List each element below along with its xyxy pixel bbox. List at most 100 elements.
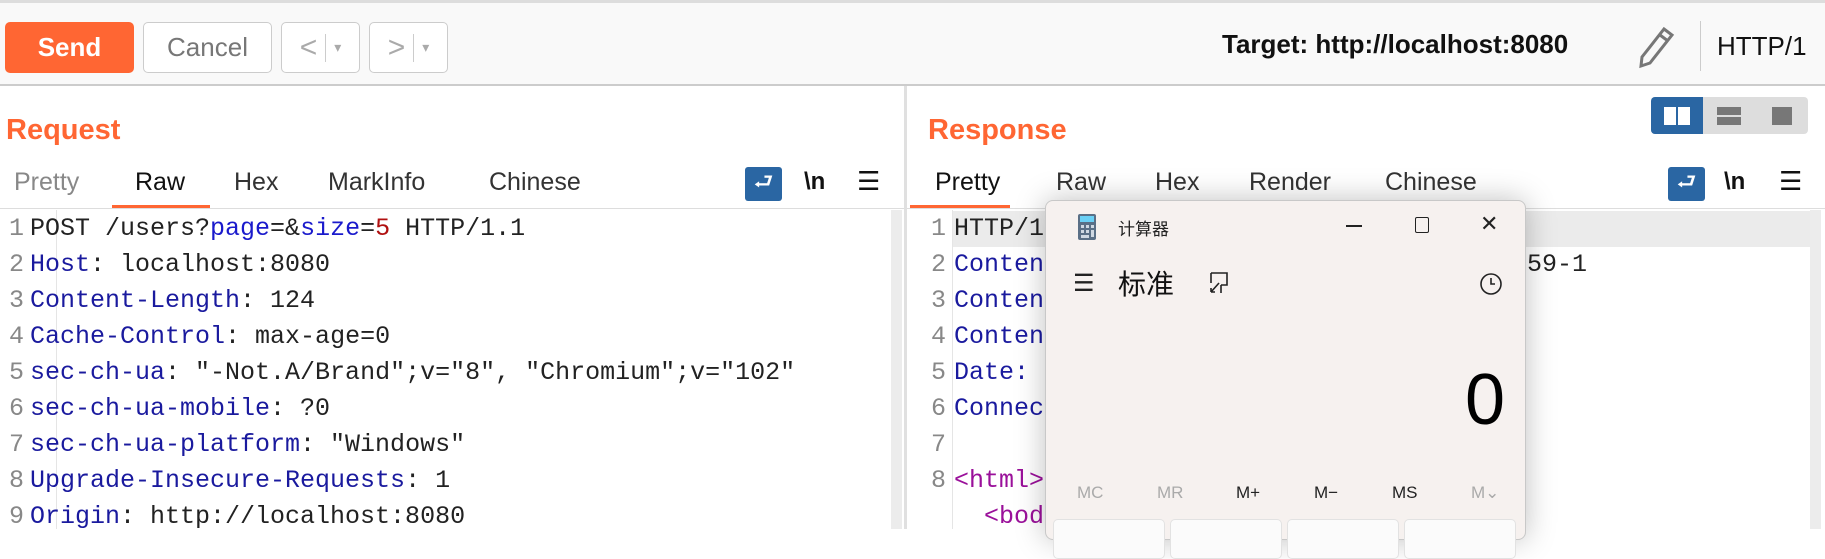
history-icon[interactable]: [1478, 271, 1504, 302]
memory-clear-button[interactable]: MC: [1077, 483, 1103, 503]
line-number: 5: [8, 358, 24, 387]
memory-list-button[interactable]: M⌄: [1471, 483, 1499, 503]
header-value: : ?0: [270, 394, 331, 423]
tab-chinese[interactable]: Chinese: [1385, 168, 1477, 197]
code-line: 7 sec-ch-ua-platform: "Windows": [4, 427, 795, 463]
header-value: : 124: [240, 286, 316, 315]
toolbar: Send Cancel < ▾ > ▾ Target: http://localho…: [0, 0, 1825, 86]
line-number: 3: [930, 286, 946, 315]
calculator-key[interactable]: [1287, 519, 1399, 559]
code-text: <html>: [954, 466, 1045, 495]
header-value: : 1: [405, 466, 451, 495]
code-text: Conten: [954, 250, 1045, 279]
header-name: Host: [30, 250, 91, 279]
word-wrap-icon[interactable]: ⮐: [745, 167, 782, 201]
code-line: 7: [918, 427, 1044, 463]
send-button[interactable]: Send: [5, 22, 134, 73]
calculator-window: 计算器 ✕ ☰ 标准 0 MC MR M+ M− MS M⌄: [1045, 200, 1526, 559]
response-editor[interactable]: 1 HTTP/1 2 Conten 3 Conten 4 Conten 5 Date: 6 Conne…: [918, 211, 1044, 535]
code-line: 5 sec-ch-ua: "-Not.A/Brand";v="8", "Chrom…: [4, 355, 795, 391]
line-number: 9: [8, 502, 24, 531]
code-text: <bod: [954, 502, 1045, 531]
hamburger-menu-icon[interactable]: ☰: [1073, 269, 1095, 298]
divider: [0, 208, 904, 209]
header-value: : max-age=0: [225, 322, 391, 351]
request-editor[interactable]: 1 POST /users?page=&size=5 HTTP/1.1 2 Host:…: [4, 211, 795, 535]
menu-icon[interactable]: ☰: [1779, 166, 1802, 197]
line-number: 2: [8, 250, 24, 279]
memory-recall-button[interactable]: MR: [1157, 483, 1183, 503]
close-icon[interactable]: ✕: [1480, 211, 1498, 237]
separator: [413, 33, 415, 62]
tab-markinfo[interactable]: MarkInfo: [328, 168, 425, 197]
line-number: 7: [930, 430, 946, 459]
code-line: 6 sec-ch-ua-mobile: ?0: [4, 391, 795, 427]
calculator-display: 0: [1464, 360, 1505, 440]
line-number: 1: [930, 214, 946, 243]
forward-button[interactable]: > ▾: [369, 22, 448, 73]
keep-on-top-icon[interactable]: [1208, 271, 1230, 300]
code-text: HTTP/1: [954, 214, 1045, 243]
header-value: : http://localhost:8080: [120, 502, 466, 531]
show-newlines-button[interactable]: \n: [1724, 168, 1745, 196]
code-line: 5 Date:: [918, 355, 1044, 391]
tab-chinese[interactable]: Chinese: [489, 168, 581, 197]
tab-render[interactable]: Render: [1249, 168, 1331, 197]
line-number: 8: [930, 466, 946, 495]
calculator-app-icon: [1078, 214, 1096, 245]
show-newlines-button[interactable]: \n: [804, 168, 825, 196]
header-value: : "Windows": [300, 430, 466, 459]
code-token: page: [210, 214, 271, 243]
tab-raw[interactable]: Raw: [1056, 168, 1106, 197]
http-version-toggle[interactable]: HTTP/1: [1717, 31, 1807, 62]
line-number: 3: [8, 286, 24, 315]
minimize-icon[interactable]: [1346, 225, 1362, 227]
header-value: : "-Not.A/Brand";v="8", "Chromium";v="10…: [165, 358, 796, 387]
request-scrollbar[interactable]: [891, 210, 902, 529]
tab-hex[interactable]: Hex: [1155, 168, 1199, 197]
calculator-key[interactable]: [1404, 519, 1516, 559]
maximize-icon[interactable]: [1415, 217, 1429, 233]
tab-raw[interactable]: Raw: [135, 168, 185, 197]
response-scrollbar[interactable]: [1810, 210, 1821, 529]
word-wrap-icon[interactable]: ⮐: [1668, 167, 1705, 201]
memory-store-button[interactable]: MS: [1392, 483, 1418, 503]
header-name: Upgrade-Insecure-Requests: [30, 466, 406, 495]
code-line: 8 Upgrade-Insecure-Requests: 1: [4, 463, 795, 499]
back-button[interactable]: < ▾: [281, 22, 360, 73]
calculator-key[interactable]: [1170, 519, 1282, 559]
code-text: Connec: [954, 394, 1045, 423]
code-text: Date:: [954, 358, 1030, 387]
calculator-key[interactable]: [1053, 519, 1165, 559]
code-line: 2 Host: localhost:8080: [4, 247, 795, 283]
layout-toggle: [1651, 97, 1808, 134]
edit-target-pencil-icon[interactable]: [1636, 25, 1676, 74]
tab-hex[interactable]: Hex: [234, 168, 278, 197]
memory-subtract-button[interactable]: M−: [1314, 483, 1338, 503]
code-line: 1 POST /users?page=&size=5 HTTP/1.1: [4, 211, 795, 247]
memory-add-button[interactable]: M+: [1236, 483, 1260, 503]
single-pane-icon[interactable]: [1756, 97, 1808, 134]
header-name: Content-Length: [30, 286, 241, 315]
header-name: sec-ch-ua: [30, 358, 166, 387]
line-number: 1: [8, 214, 24, 243]
tab-pretty[interactable]: Pretty: [935, 168, 1000, 197]
split-columns-icon[interactable]: [1651, 97, 1704, 134]
calculator-mode: 标准: [1118, 269, 1175, 300]
target-label: Target: http://localhost:8080: [1222, 29, 1569, 59]
menu-icon[interactable]: ☰: [857, 166, 880, 197]
divider: [1700, 21, 1701, 71]
code-line: 4 Cache-Control: max-age=0: [4, 319, 795, 355]
header-name: sec-ch-ua-platform: [30, 430, 301, 459]
pane-divider[interactable]: [904, 86, 907, 529]
forward-arrow-icon: >: [387, 30, 406, 64]
line-number: 6: [930, 394, 946, 423]
code-line: 8 <html>: [918, 463, 1044, 499]
dropdown-icon[interactable]: ▾: [334, 39, 341, 56]
code-token: 5: [375, 214, 391, 243]
line-number: 8: [8, 466, 24, 495]
cancel-button[interactable]: Cancel: [143, 22, 272, 73]
split-rows-icon[interactable]: [1703, 97, 1755, 134]
tab-pretty[interactable]: Pretty: [14, 168, 79, 197]
dropdown-icon[interactable]: ▾: [422, 39, 429, 56]
